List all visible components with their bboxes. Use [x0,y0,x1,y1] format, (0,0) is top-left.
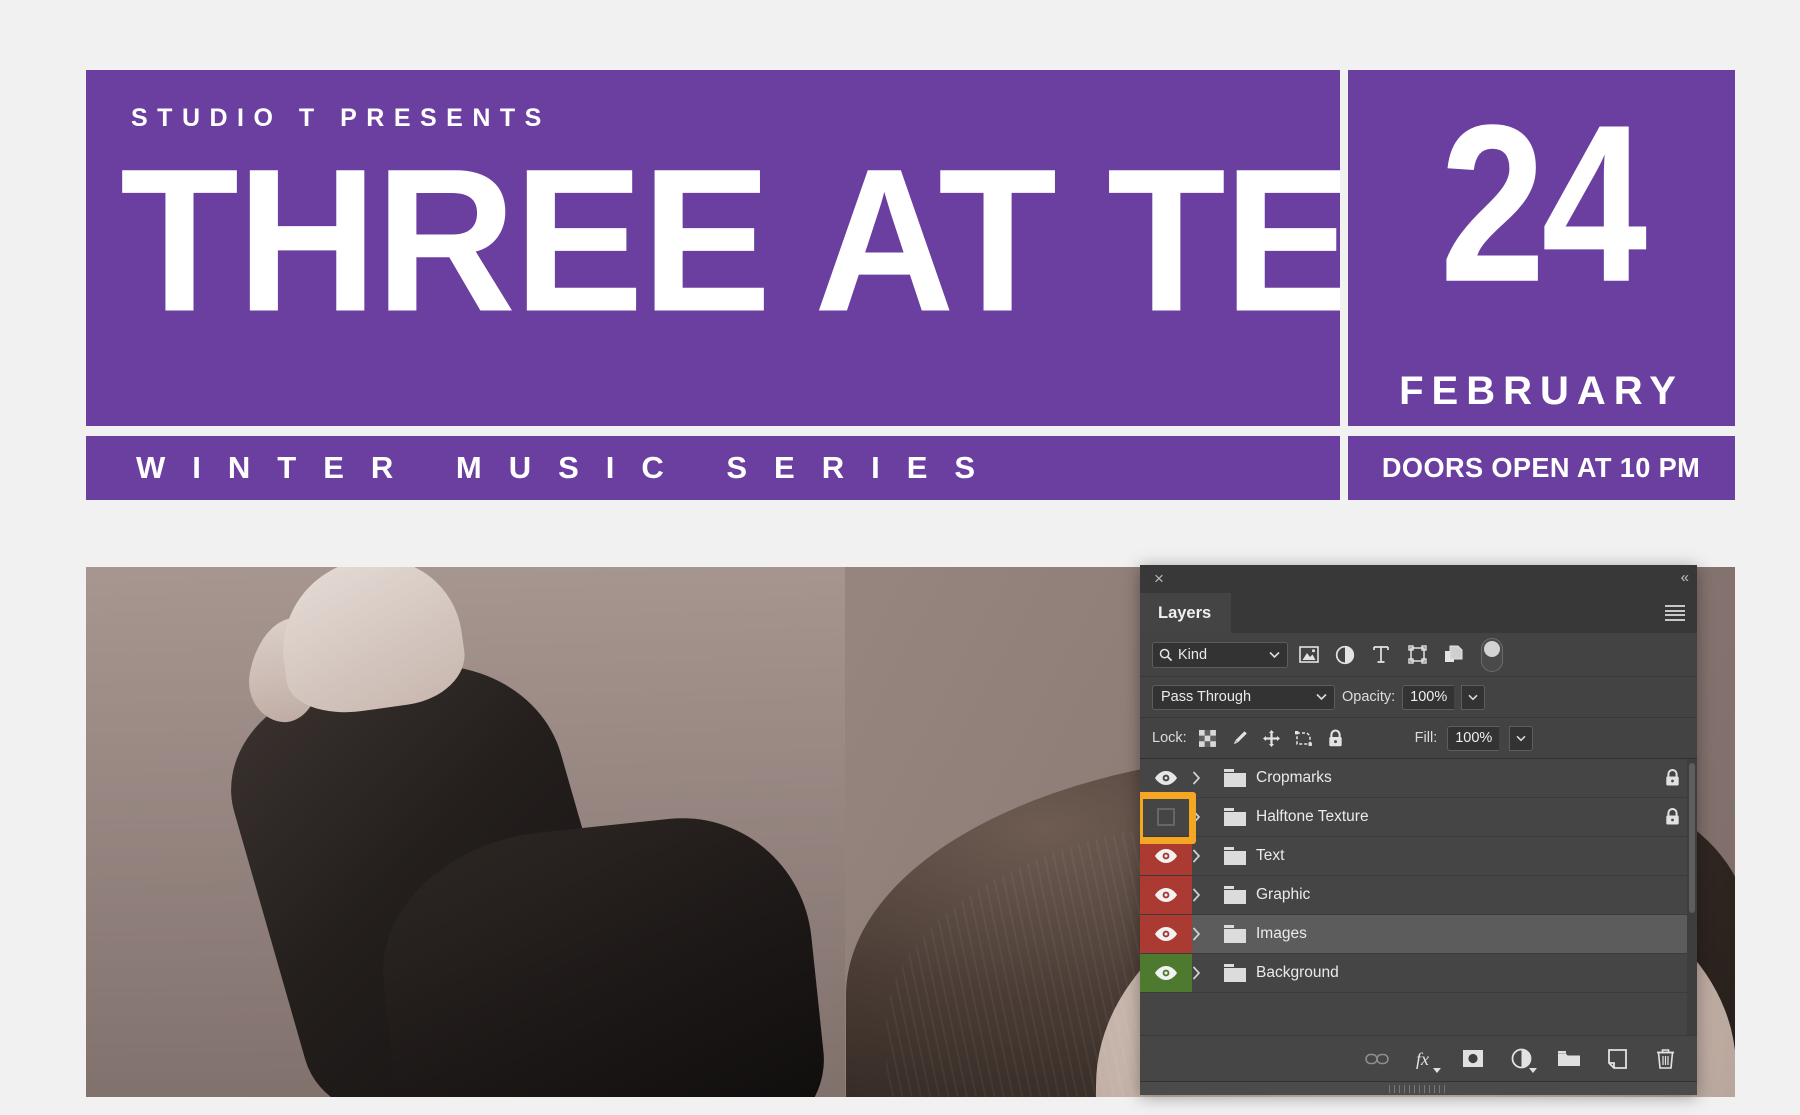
panel-footer-toolbar: fx [1140,1035,1697,1081]
filter-enable-toggle[interactable] [1481,637,1503,672]
layer-visibility-toggle[interactable] [1140,798,1192,836]
group-folder-icon [1218,963,1252,984]
opacity-input[interactable]: 100% [1402,684,1455,710]
layer-list-scrollbar[interactable] [1687,759,1697,1035]
layer-filter-row: Kind [1140,633,1697,677]
layer-name[interactable]: Halftone Texture [1252,808,1369,826]
lock-artboard-nesting-icon[interactable] [1293,727,1315,749]
layer-row[interactable]: Background [1140,954,1697,993]
lock-row: Lock: Fill: 100% [1140,718,1697,759]
layer-row[interactable]: Halftone Texture [1140,798,1697,837]
lock-label: Lock: [1152,730,1187,746]
adjustment-menu-arrow-icon [1529,1067,1537,1073]
panel-resize-grip[interactable] [1140,1081,1697,1095]
lock-all-icon[interactable] [1325,727,1347,749]
chevron-down-icon [1316,693,1327,701]
layer-name[interactable]: Text [1252,847,1284,865]
poster-title-block: STUDIO T PRESENTS THREE AT TEN [86,70,1340,426]
poster-series-text: WINTER MUSIC SERIES [136,450,1003,485]
chevron-right-icon[interactable] [1192,927,1218,941]
opacity-stepper-chevron-icon[interactable] [1461,684,1486,710]
lock-image-pixels-icon[interactable] [1229,727,1251,749]
svg-text:fx: fx [1416,1049,1429,1069]
layer-row[interactable]: Text [1140,837,1697,876]
lock-transparent-pixels-icon[interactable] [1197,727,1219,749]
lock-position-icon[interactable] [1261,727,1283,749]
layer-visibility-toggle[interactable] [1140,876,1192,914]
chevron-right-icon[interactable] [1192,849,1218,863]
layer-row[interactable]: Graphic [1140,876,1697,915]
collapse-panel-icon[interactable]: « [1681,569,1689,587]
poster-month-name: FEBRUARY [1399,369,1684,413]
smart-object-filter-icon[interactable] [1438,642,1468,668]
tab-layers[interactable]: Layers [1140,593,1232,633]
layer-locked-icon [1664,769,1681,788]
chevron-right-icon[interactable] [1192,771,1218,785]
layer-name[interactable]: Graphic [1252,886,1310,904]
poster-doors-block: DOORS OPEN AT 10 PM [1348,436,1735,500]
filter-kind-value: Kind [1178,646,1208,663]
filter-kind-select[interactable]: Kind [1152,641,1288,668]
fill-label: Fill: [1414,730,1438,746]
poster-headline: THREE AT TEN [120,125,1340,355]
layer-name[interactable]: Cropmarks [1252,769,1332,787]
fill-input[interactable]: 100% [1447,725,1500,751]
layers-panel: × « Layers Kind Pass Through Opacity: 10… [1140,565,1697,1095]
poster-day-number: 24 [1439,79,1647,330]
chevron-right-icon[interactable] [1192,888,1218,902]
opacity-label: Opacity: [1342,689,1396,705]
new-group-icon[interactable] [1555,1045,1583,1073]
layer-visibility-toggle[interactable] [1140,915,1192,953]
fill-stepper-chevron-icon[interactable] [1509,725,1534,751]
search-icon [1159,648,1173,662]
type-layer-filter-icon[interactable] [1366,642,1396,668]
layer-row[interactable]: Cropmarks [1140,759,1697,798]
layer-list[interactable]: Cropmarks Halftone Texture Text Graphic Imag… [1140,759,1697,1035]
layer-name[interactable]: Images [1252,925,1307,943]
app-canvas: STUDIO T PRESENTS THREE AT TEN 24 FEBRUA… [0,0,1800,1115]
chevron-right-icon[interactable] [1192,966,1218,980]
panel-menu-icon[interactable] [1665,605,1685,621]
group-folder-icon [1218,924,1252,945]
panel-tab-row: Layers [1140,593,1697,633]
adjustment-layer-filter-icon[interactable] [1330,642,1360,668]
layer-name[interactable]: Background [1252,964,1339,982]
link-layers-icon[interactable] [1363,1045,1391,1073]
layer-visibility-toggle[interactable] [1140,759,1192,797]
poster-series-block: WINTER MUSIC SERIES [86,436,1340,500]
close-icon[interactable]: × [1150,570,1168,588]
new-layer-icon[interactable] [1603,1045,1631,1073]
new-adjustment-layer-icon[interactable] [1507,1045,1537,1073]
layer-locked-icon [1664,808,1681,827]
group-folder-icon [1218,846,1252,867]
fx-menu-arrow-icon [1433,1067,1441,1073]
layer-visibility-toggle[interactable] [1140,837,1192,875]
layer-style-fx-icon[interactable]: fx [1411,1045,1441,1073]
group-folder-icon [1218,768,1252,789]
panel-titlebar: × « [1140,565,1697,593]
group-folder-icon [1218,885,1252,906]
pixel-layer-filter-icon[interactable] [1294,642,1324,668]
poster-doors-text: DOORS OPEN AT 10 PM [1382,452,1701,483]
shape-layer-filter-icon[interactable] [1402,642,1432,668]
chevron-right-icon[interactable] [1192,810,1218,824]
chevron-down-icon [1269,651,1280,659]
group-folder-icon [1218,807,1252,828]
poster-date-block: 24 FEBRUARY [1348,70,1735,426]
layer-row[interactable]: Images [1140,915,1697,954]
delete-layer-icon[interactable] [1651,1045,1679,1073]
poster-header-band: STUDIO T PRESENTS THREE AT TEN 24 FEBRUA… [86,70,1735,470]
poster-subtitle-band: WINTER MUSIC SERIES DOORS OPEN AT 10 PM [86,436,1735,500]
blend-mode-row: Pass Through Opacity: 100% [1140,677,1697,718]
layer-visibility-toggle[interactable] [1140,954,1192,992]
blend-mode-select[interactable]: Pass Through [1152,684,1335,710]
add-layer-mask-icon[interactable] [1459,1045,1487,1073]
blend-mode-value: Pass Through [1161,689,1252,705]
eye-hidden-icon [1157,808,1175,826]
